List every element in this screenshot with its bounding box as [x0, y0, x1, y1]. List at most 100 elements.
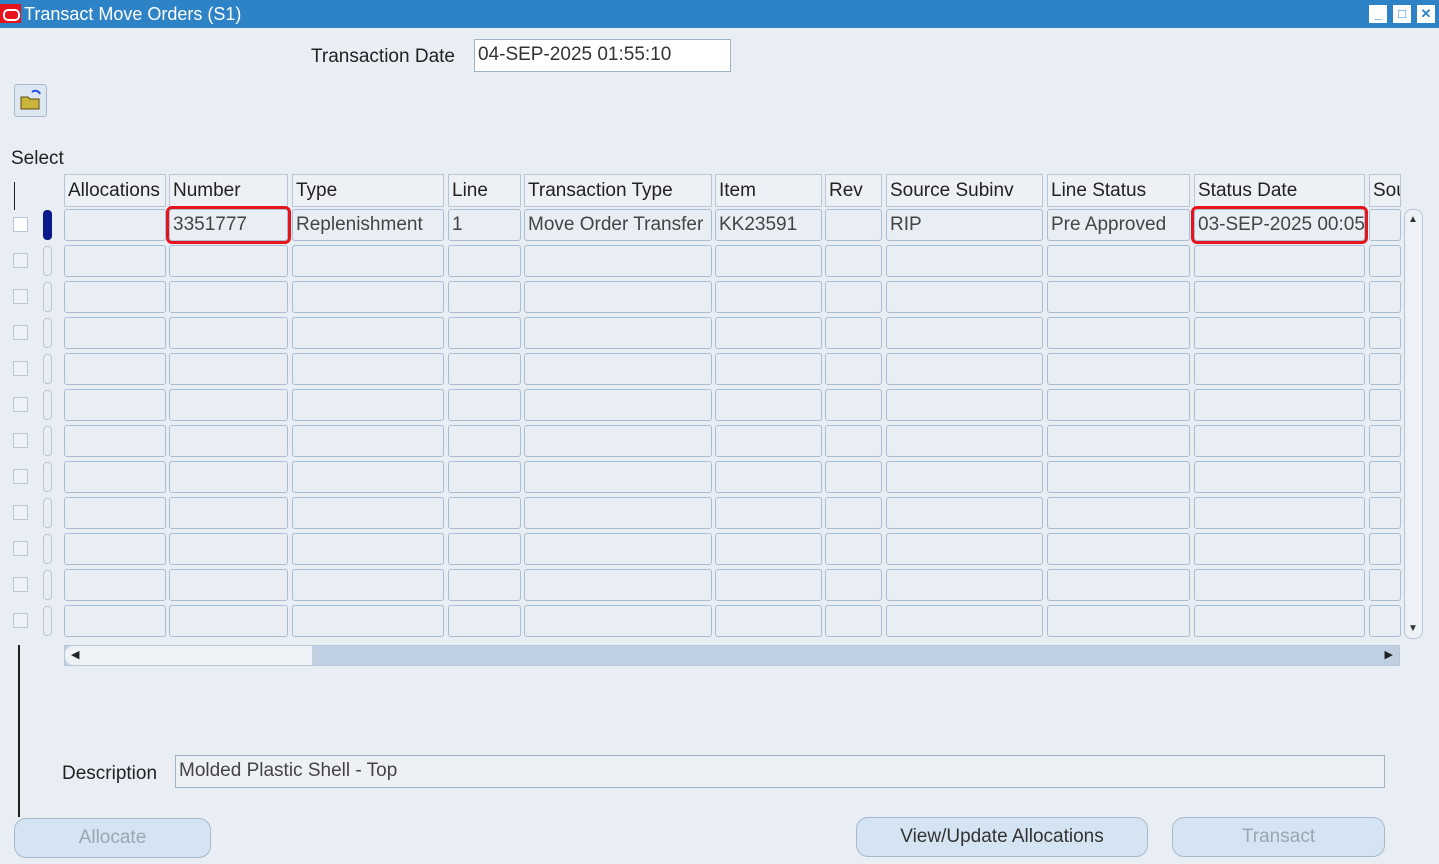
view-update-allocations-button[interactable]: View/Update Allocations	[856, 817, 1148, 857]
cell-item[interactable]	[715, 353, 822, 385]
cell-number[interactable]	[169, 533, 288, 565]
cell-type[interactable]	[292, 461, 444, 493]
cell-allocations[interactable]	[64, 533, 166, 565]
row-indicator[interactable]	[43, 282, 52, 312]
row-select-checkbox[interactable]	[13, 577, 28, 592]
open-folder-button[interactable]	[14, 84, 47, 117]
cell-item[interactable]: KK23591	[715, 209, 822, 241]
cell-transaction-type[interactable]	[524, 281, 712, 313]
cell-item[interactable]	[715, 317, 822, 349]
cell-source-subinv[interactable]	[886, 389, 1043, 421]
transaction-date-field[interactable]: 04-SEP-2025 01:55:10	[474, 39, 731, 72]
cell-source-locator[interactable]	[1369, 281, 1401, 313]
cell-allocations[interactable]	[64, 209, 166, 241]
cell-allocations[interactable]	[64, 461, 166, 493]
row-select-checkbox[interactable]	[13, 433, 28, 448]
cell-transaction-type[interactable]	[524, 425, 712, 457]
cell-type[interactable]	[292, 569, 444, 601]
cell-source-subinv[interactable]	[886, 245, 1043, 277]
cell-line[interactable]	[448, 533, 521, 565]
cell-type[interactable]: Replenishment	[292, 209, 444, 241]
scroll-right-icon[interactable]: ▶	[1385, 648, 1393, 661]
cell-status-date[interactable]	[1194, 317, 1365, 349]
scroll-down-icon[interactable]: ▼	[1408, 623, 1418, 634]
cell-transaction-type[interactable]	[524, 461, 712, 493]
cell-transaction-type[interactable]	[524, 353, 712, 385]
cell-type[interactable]	[292, 497, 444, 529]
cell-source-locator[interactable]	[1369, 569, 1401, 601]
row-indicator[interactable]	[43, 462, 52, 492]
cell-line-status[interactable]	[1047, 569, 1190, 601]
row-select-checkbox[interactable]	[13, 361, 28, 376]
row-indicator[interactable]	[43, 246, 52, 276]
cell-line[interactable]	[448, 569, 521, 601]
cell-source-subinv[interactable]: RIP	[886, 209, 1043, 241]
cell-line[interactable]	[448, 497, 521, 529]
cell-number[interactable]	[169, 425, 288, 457]
cell-line-status[interactable]: Pre Approved	[1047, 209, 1190, 241]
cell-item[interactable]	[715, 461, 822, 493]
cell-type[interactable]	[292, 389, 444, 421]
cell-source-subinv[interactable]	[886, 569, 1043, 601]
cell-allocations[interactable]	[64, 353, 166, 385]
cell-number[interactable]	[169, 317, 288, 349]
cell-source-subinv[interactable]	[886, 461, 1043, 493]
row-indicator[interactable]	[43, 318, 52, 348]
cell-number[interactable]	[169, 497, 288, 529]
cell-rev[interactable]	[825, 389, 882, 421]
cell-number[interactable]	[169, 281, 288, 313]
cell-number[interactable]	[169, 461, 288, 493]
cell-line-status[interactable]	[1047, 605, 1190, 637]
cell-source-subinv[interactable]	[886, 317, 1043, 349]
cell-transaction-type[interactable]	[524, 605, 712, 637]
scroll-up-icon[interactable]: ▲	[1408, 214, 1418, 225]
cell-number[interactable]	[169, 353, 288, 385]
cell-line-status[interactable]	[1047, 317, 1190, 349]
cell-status-date[interactable]	[1194, 461, 1365, 493]
row-select-checkbox[interactable]	[13, 253, 28, 268]
row-select-checkbox[interactable]	[13, 289, 28, 304]
cell-line-status[interactable]	[1047, 353, 1190, 385]
description-field[interactable]: Molded Plastic Shell - Top	[175, 755, 1385, 788]
cell-type[interactable]	[292, 425, 444, 457]
cell-rev[interactable]	[825, 209, 882, 241]
cell-status-date[interactable]	[1194, 497, 1365, 529]
cell-rev[interactable]	[825, 569, 882, 601]
cell-line-status[interactable]	[1047, 425, 1190, 457]
cell-item[interactable]	[715, 497, 822, 529]
cell-source-locator[interactable]	[1369, 389, 1401, 421]
cell-transaction-type[interactable]	[524, 569, 712, 601]
cell-transaction-type[interactable]: Move Order Transfer	[524, 209, 712, 241]
cell-source-locator[interactable]	[1369, 245, 1401, 277]
maximize-button[interactable]: □	[1393, 5, 1411, 23]
cell-allocations[interactable]	[64, 605, 166, 637]
cell-rev[interactable]	[825, 353, 882, 385]
row-indicator[interactable]	[43, 570, 52, 600]
cell-source-locator[interactable]	[1369, 425, 1401, 457]
cell-number[interactable]	[169, 245, 288, 277]
row-select-checkbox[interactable]	[13, 325, 28, 340]
cell-source-locator[interactable]	[1369, 605, 1401, 637]
row-indicator[interactable]	[43, 390, 52, 420]
allocate-button[interactable]: Allocate	[14, 818, 211, 858]
row-indicator[interactable]	[43, 498, 52, 528]
cell-line-status[interactable]	[1047, 497, 1190, 529]
cell-rev[interactable]	[825, 497, 882, 529]
cell-line-status[interactable]	[1047, 533, 1190, 565]
cell-line[interactable]	[448, 389, 521, 421]
scroll-thumb[interactable]	[65, 646, 312, 665]
cell-number[interactable]	[169, 389, 288, 421]
cell-rev[interactable]	[825, 317, 882, 349]
cell-allocations[interactable]	[64, 245, 166, 277]
row-indicator[interactable]	[43, 534, 52, 564]
cell-type[interactable]	[292, 605, 444, 637]
cell-rev[interactable]	[825, 533, 882, 565]
cell-type[interactable]	[292, 281, 444, 313]
cell-transaction-type[interactable]	[524, 245, 712, 277]
row-select-checkbox[interactable]	[13, 469, 28, 484]
cell-source-locator[interactable]	[1369, 533, 1401, 565]
row-select-checkbox[interactable]	[13, 541, 28, 556]
minimize-button[interactable]: _	[1369, 5, 1387, 23]
cell-status-date[interactable]	[1194, 281, 1365, 313]
cell-line-status[interactable]	[1047, 281, 1190, 313]
